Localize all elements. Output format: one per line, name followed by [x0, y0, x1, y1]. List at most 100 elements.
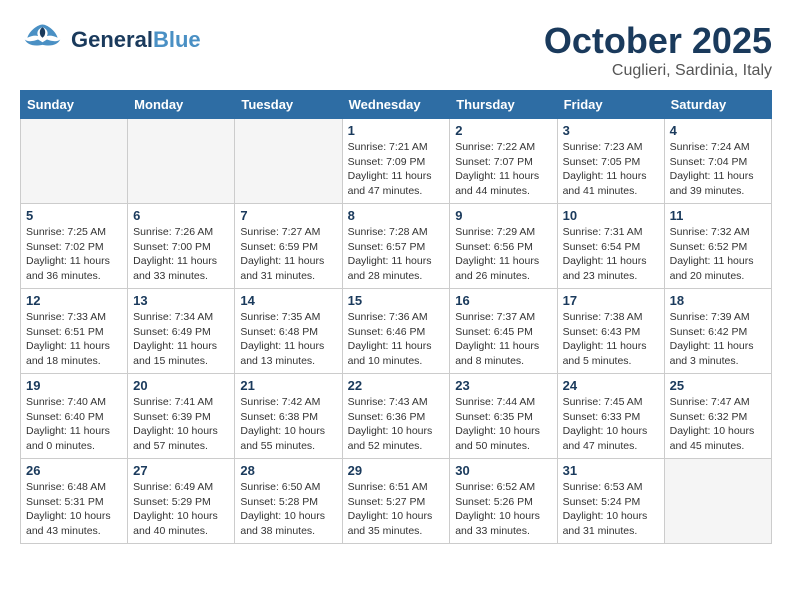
day-number: 15	[348, 293, 445, 308]
logo-text: GeneralBlue	[71, 28, 201, 52]
day-info: Sunrise: 6:53 AMSunset: 5:24 PMDaylight:…	[563, 480, 659, 539]
day-number: 25	[670, 378, 766, 393]
day-info: Sunrise: 7:36 AMSunset: 6:46 PMDaylight:…	[348, 310, 445, 369]
day-number: 14	[240, 293, 336, 308]
table-row: 3 Sunrise: 7:23 AMSunset: 7:05 PMDaylight…	[557, 119, 664, 204]
day-info: Sunrise: 7:41 AMSunset: 6:39 PMDaylight:…	[133, 395, 229, 454]
day-number: 22	[348, 378, 445, 393]
day-number: 10	[563, 208, 659, 223]
day-number: 29	[348, 463, 445, 478]
table-row: 15 Sunrise: 7:36 AMSunset: 6:46 PMDayligh…	[342, 289, 450, 374]
day-number: 11	[670, 208, 766, 223]
month-title: October 2025	[544, 20, 772, 62]
day-info: Sunrise: 7:31 AMSunset: 6:54 PMDaylight:…	[563, 225, 659, 284]
table-row: 11 Sunrise: 7:32 AMSunset: 6:52 PMDayligh…	[664, 204, 771, 289]
table-row: 6 Sunrise: 7:26 AMSunset: 7:00 PMDaylight…	[128, 204, 235, 289]
title-area: October 2025 Cuglieri, Sardinia, Italy	[544, 20, 772, 80]
day-number: 3	[563, 123, 659, 138]
day-info: Sunrise: 6:50 AMSunset: 5:28 PMDaylight:…	[240, 480, 336, 539]
table-row: 16 Sunrise: 7:37 AMSunset: 6:45 PMDayligh…	[450, 289, 557, 374]
day-number: 27	[133, 463, 229, 478]
table-row: 5Sunrise: 7:25 AMSunset: 7:02 PMDaylight…	[21, 204, 128, 289]
day-number: 24	[563, 378, 659, 393]
day-info: Sunrise: 7:25 AMSunset: 7:02 PMDaylight:…	[26, 225, 122, 284]
table-row: 13Sunrise: 7:34 AMSunset: 6:49 PMDayligh…	[128, 289, 235, 374]
table-row: 2Sunrise: 7:22 AMSunset: 7:07 PMDaylight…	[450, 119, 557, 204]
table-row: 24 Sunrise: 7:45 AMSunset: 6:33 PMDayligh…	[557, 374, 664, 459]
day-info: Sunrise: 7:24 AMSunset: 7:04 PMDaylight:…	[670, 140, 766, 199]
week-row-2: 5Sunrise: 7:25 AMSunset: 7:02 PMDaylight…	[21, 204, 772, 289]
page-header: GeneralBlue October 2025 Cuglieri, Sardi…	[20, 20, 772, 80]
day-number: 7	[240, 208, 336, 223]
col-friday: Friday	[557, 91, 664, 119]
day-info: Sunrise: 7:29 AMSunset: 6:56 PMDaylight:…	[455, 225, 551, 284]
calendar-header-row: Sunday Monday Tuesday Wednesday Thursday…	[21, 91, 772, 119]
table-row	[21, 119, 128, 204]
day-info: Sunrise: 7:45 AMSunset: 6:33 PMDaylight:…	[563, 395, 659, 454]
table-row: 9 Sunrise: 7:29 AMSunset: 6:56 PMDaylight…	[450, 204, 557, 289]
col-monday: Monday	[128, 91, 235, 119]
day-number: 9	[455, 208, 551, 223]
table-row	[235, 119, 342, 204]
table-row: 25 Sunrise: 7:47 AMSunset: 6:32 PMDayligh…	[664, 374, 771, 459]
table-row: 31 Sunrise: 6:53 AMSunset: 5:24 PMDayligh…	[557, 459, 664, 544]
day-info: Sunrise: 7:32 AMSunset: 6:52 PMDaylight:…	[670, 225, 766, 284]
week-row-3: 12Sunrise: 7:33 AMSunset: 6:51 PMDayligh…	[21, 289, 772, 374]
day-number: 26	[26, 463, 122, 478]
table-row: 29Sunrise: 6:51 AMSunset: 5:27 PMDayligh…	[342, 459, 450, 544]
day-number: 20	[133, 378, 229, 393]
week-row-5: 26Sunrise: 6:48 AMSunset: 5:31 PMDayligh…	[21, 459, 772, 544]
location: Cuglieri, Sardinia, Italy	[544, 62, 772, 80]
table-row: 28 Sunrise: 6:50 AMSunset: 5:28 PMDayligh…	[235, 459, 342, 544]
table-row: 30Sunrise: 6:52 AMSunset: 5:26 PMDayligh…	[450, 459, 557, 544]
table-row: 10 Sunrise: 7:31 AMSunset: 6:54 PMDayligh…	[557, 204, 664, 289]
table-row	[664, 459, 771, 544]
day-info: Sunrise: 7:33 AMSunset: 6:51 PMDaylight:…	[26, 310, 122, 369]
day-number: 23	[455, 378, 551, 393]
day-number: 16	[455, 293, 551, 308]
week-row-4: 19 Sunrise: 7:40 AMSunset: 6:40 PMDayligh…	[21, 374, 772, 459]
day-number: 30	[455, 463, 551, 478]
day-number: 18	[670, 293, 766, 308]
day-number: 1	[348, 123, 445, 138]
day-info: Sunrise: 7:44 AMSunset: 6:35 PMDaylight:…	[455, 395, 551, 454]
day-number: 19	[26, 378, 122, 393]
day-number: 4	[670, 123, 766, 138]
day-number: 21	[240, 378, 336, 393]
logo-blue: Blue	[153, 27, 201, 52]
day-info: Sunrise: 7:47 AMSunset: 6:32 PMDaylight:…	[670, 395, 766, 454]
day-number: 8	[348, 208, 445, 223]
day-number: 31	[563, 463, 659, 478]
table-row: 7 Sunrise: 7:27 AMSunset: 6:59 PMDaylight…	[235, 204, 342, 289]
day-number: 28	[240, 463, 336, 478]
table-row: 22 Sunrise: 7:43 AMSunset: 6:36 PMDayligh…	[342, 374, 450, 459]
table-row: 1 Sunrise: 7:21 AMSunset: 7:09 PMDaylight…	[342, 119, 450, 204]
table-row: 4 Sunrise: 7:24 AMSunset: 7:04 PMDaylight…	[664, 119, 771, 204]
day-number: 17	[563, 293, 659, 308]
table-row: 14Sunrise: 7:35 AMSunset: 6:48 PMDayligh…	[235, 289, 342, 374]
day-info: Sunrise: 7:34 AMSunset: 6:49 PMDaylight:…	[133, 310, 229, 369]
day-info: Sunrise: 7:43 AMSunset: 6:36 PMDaylight:…	[348, 395, 445, 454]
logo: GeneralBlue	[20, 20, 201, 60]
table-row: 8 Sunrise: 7:28 AMSunset: 6:57 PMDaylight…	[342, 204, 450, 289]
day-info: Sunrise: 7:23 AMSunset: 7:05 PMDaylight:…	[563, 140, 659, 199]
table-row: 18 Sunrise: 7:39 AMSunset: 6:42 PMDayligh…	[664, 289, 771, 374]
day-info: Sunrise: 7:22 AMSunset: 7:07 PMDaylight:…	[455, 140, 551, 199]
table-row: 17Sunrise: 7:38 AMSunset: 6:43 PMDayligh…	[557, 289, 664, 374]
table-row: 12Sunrise: 7:33 AMSunset: 6:51 PMDayligh…	[21, 289, 128, 374]
day-number: 6	[133, 208, 229, 223]
table-row: 26Sunrise: 6:48 AMSunset: 5:31 PMDayligh…	[21, 459, 128, 544]
day-info: Sunrise: 7:21 AMSunset: 7:09 PMDaylight:…	[348, 140, 445, 199]
table-row: 23 Sunrise: 7:44 AMSunset: 6:35 PMDayligh…	[450, 374, 557, 459]
day-info: Sunrise: 7:40 AMSunset: 6:40 PMDaylight:…	[26, 395, 122, 454]
day-info: Sunrise: 7:39 AMSunset: 6:42 PMDaylight:…	[670, 310, 766, 369]
col-thursday: Thursday	[450, 91, 557, 119]
col-saturday: Saturday	[664, 91, 771, 119]
day-info: Sunrise: 7:27 AMSunset: 6:59 PMDaylight:…	[240, 225, 336, 284]
day-info: Sunrise: 7:28 AMSunset: 6:57 PMDaylight:…	[348, 225, 445, 284]
table-row: 27Sunrise: 6:49 AMSunset: 5:29 PMDayligh…	[128, 459, 235, 544]
day-info: Sunrise: 7:37 AMSunset: 6:45 PMDaylight:…	[455, 310, 551, 369]
day-info: Sunrise: 7:26 AMSunset: 7:00 PMDaylight:…	[133, 225, 229, 284]
table-row	[128, 119, 235, 204]
week-row-1: 1 Sunrise: 7:21 AMSunset: 7:09 PMDaylight…	[21, 119, 772, 204]
